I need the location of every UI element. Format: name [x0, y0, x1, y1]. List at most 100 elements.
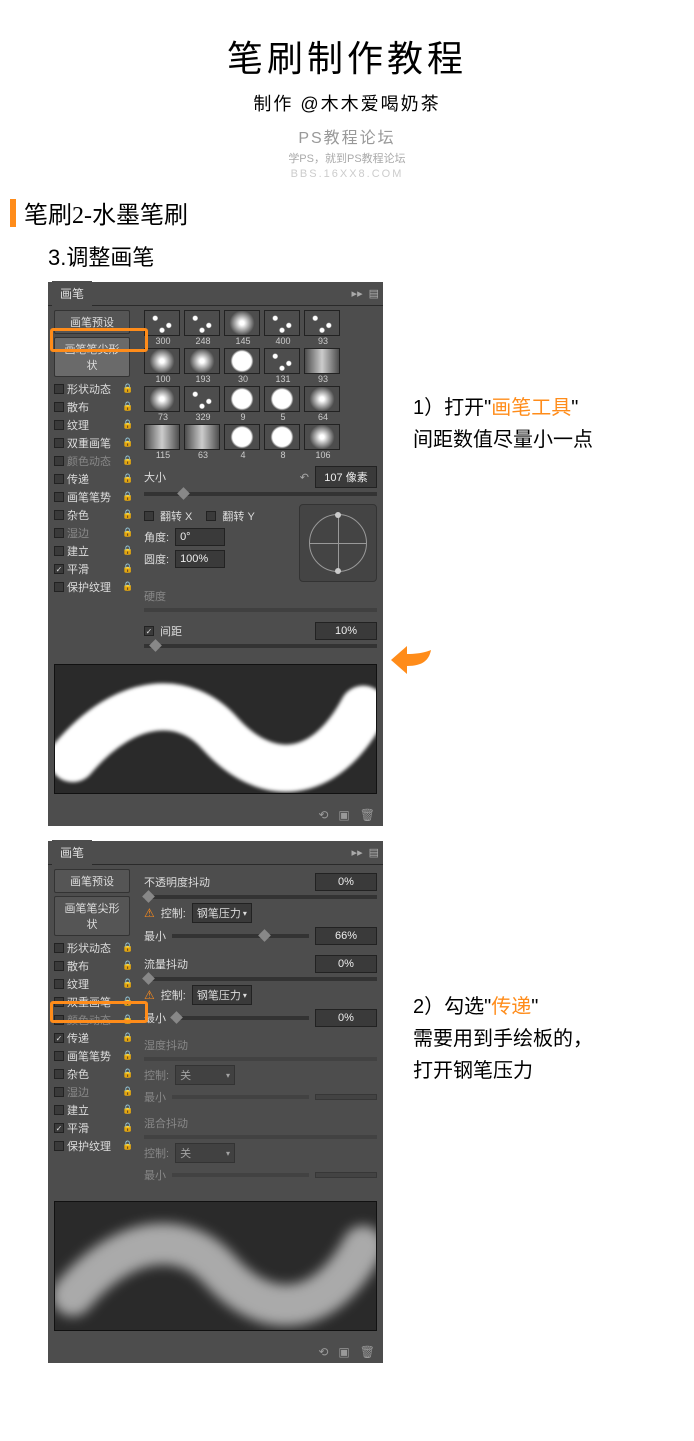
flow-jitter-slider[interactable] — [144, 977, 377, 981]
min-slider-2[interactable] — [172, 1016, 309, 1020]
sidebar-item-形状动态[interactable]: 形状动态🔒 — [54, 380, 134, 398]
new-icon[interactable]: ▣ — [338, 808, 349, 822]
reset-icon[interactable]: ↶ — [300, 471, 309, 484]
sidebar-item-颜色动态[interactable]: 颜色动态🔒 — [54, 1011, 134, 1029]
menu-icon-2[interactable]: ▤ — [369, 846, 379, 859]
brush-thumb[interactable]: 100 — [144, 348, 182, 384]
sidebar-item-颜色动态[interactable]: 颜色动态🔒 — [54, 452, 134, 470]
lock-icon[interactable]: 🔒 — [122, 1104, 134, 1116]
spacing-slider[interactable] — [144, 644, 377, 648]
sidebar-checkbox[interactable] — [54, 384, 64, 394]
opacity-jitter-value[interactable]: 0% — [315, 873, 377, 891]
flip-x-checkbox[interactable] — [144, 511, 154, 521]
spacing-checkbox[interactable] — [144, 626, 154, 636]
sidebar-item-杂色[interactable]: 杂色🔒 — [54, 1065, 134, 1083]
brush-thumb[interactable]: 73 — [144, 386, 182, 422]
sidebar-item-传递[interactable]: 传递🔒 — [54, 470, 134, 488]
sidebar-item-平滑[interactable]: 平滑🔒 — [54, 560, 134, 578]
collapse-icon-2[interactable]: ▸▸ — [352, 846, 363, 859]
brush-tip-shape-button[interactable]: 画笔笔尖形状 — [54, 337, 130, 377]
control-select-1[interactable]: 钢笔压力▾ — [192, 903, 252, 923]
sidebar-item-传递[interactable]: 传递🔒 — [54, 1029, 134, 1047]
sidebar-checkbox[interactable] — [54, 961, 64, 971]
brush-thumb[interactable]: 93 — [304, 348, 342, 384]
sidebar-item-湿边[interactable]: 湿边🔒 — [54, 1083, 134, 1101]
size-slider[interactable] — [144, 492, 377, 496]
flip-y-checkbox[interactable] — [206, 511, 216, 521]
flow-jitter-value[interactable]: 0% — [315, 955, 377, 973]
brush-thumb[interactable]: 193 — [184, 348, 222, 384]
brush-presets-button[interactable]: 画笔预设 — [54, 310, 130, 334]
sidebar-item-保护纹理[interactable]: 保护纹理🔒 — [54, 1137, 134, 1155]
sidebar-item-平滑[interactable]: 平滑🔒 — [54, 1119, 134, 1137]
panel-tab-brush-2[interactable]: 画笔 — [52, 840, 92, 865]
lock-icon[interactable]: 🔒 — [122, 996, 134, 1008]
brush-thumb[interactable]: 9 — [224, 386, 262, 422]
lock-icon[interactable]: 🔒 — [122, 455, 134, 467]
brush-thumb[interactable]: 329 — [184, 386, 222, 422]
sidebar-checkbox[interactable] — [54, 943, 64, 953]
brush-thumb[interactable]: 93 — [304, 310, 342, 346]
sidebar-item-建立[interactable]: 建立🔒 — [54, 542, 134, 560]
trash-icon[interactable]: 🗑 — [360, 808, 375, 822]
sidebar-checkbox[interactable] — [54, 1033, 64, 1043]
sidebar-checkbox[interactable] — [54, 546, 64, 556]
sidebar-checkbox[interactable] — [54, 1141, 64, 1151]
new-icon-2[interactable]: ▣ — [338, 1345, 349, 1359]
sidebar-checkbox[interactable] — [54, 402, 64, 412]
brush-thumb[interactable]: 400 — [264, 310, 302, 346]
sidebar-item-纹理[interactable]: 纹理🔒 — [54, 416, 134, 434]
sidebar-item-双重画笔[interactable]: 双重画笔🔒 — [54, 434, 134, 452]
brush-thumb[interactable]: 300 — [144, 310, 182, 346]
menu-icon[interactable]: ▤ — [369, 287, 379, 300]
sidebar-item-建立[interactable]: 建立🔒 — [54, 1101, 134, 1119]
brush-thumb[interactable]: 106 — [304, 424, 342, 460]
sidebar-item-湿边[interactable]: 湿边🔒 — [54, 524, 134, 542]
lock-icon[interactable]: 🔒 — [122, 942, 134, 954]
sidebar-item-保护纹理[interactable]: 保护纹理🔒 — [54, 578, 134, 596]
hardness-slider[interactable] — [144, 608, 377, 612]
roundness-value[interactable]: 100% — [175, 550, 225, 568]
lock-icon[interactable]: 🔒 — [122, 491, 134, 503]
lock-icon[interactable]: 🔒 — [122, 527, 134, 539]
brush-thumb[interactable]: 4 — [224, 424, 262, 460]
trash-icon-2[interactable]: 🗑 — [360, 1345, 375, 1359]
brush-tip-shape-button-2[interactable]: 画笔笔尖形状 — [54, 896, 130, 936]
control-select-2[interactable]: 钢笔压力▾ — [192, 985, 252, 1005]
panel-tab-brush[interactable]: 画笔 — [52, 281, 92, 306]
sidebar-item-双重画笔[interactable]: 双重画笔🔒 — [54, 993, 134, 1011]
sidebar-checkbox[interactable] — [54, 564, 64, 574]
sidebar-checkbox[interactable] — [54, 474, 64, 484]
sidebar-item-画笔笔势[interactable]: 画笔笔势🔒 — [54, 488, 134, 506]
lock-icon[interactable]: 🔒 — [122, 1068, 134, 1080]
sidebar-checkbox[interactable] — [54, 420, 64, 430]
lock-icon[interactable]: 🔒 — [122, 978, 134, 990]
angle-widget[interactable] — [299, 504, 377, 582]
lock-icon[interactable]: 🔒 — [122, 1122, 134, 1134]
lock-icon[interactable]: 🔒 — [122, 1086, 134, 1098]
lock-icon[interactable]: 🔒 — [122, 563, 134, 575]
size-value[interactable]: 107 像素 — [315, 466, 377, 488]
spacing-value[interactable]: 10% — [315, 622, 377, 640]
lock-icon[interactable]: 🔒 — [122, 1014, 134, 1026]
sidebar-checkbox[interactable] — [54, 1105, 64, 1115]
brush-thumb[interactable]: 8 — [264, 424, 302, 460]
lock-icon[interactable]: 🔒 — [122, 1050, 134, 1062]
sidebar-checkbox[interactable] — [54, 456, 64, 466]
brush-thumb[interactable]: 64 — [304, 386, 342, 422]
brush-thumb[interactable]: 63 — [184, 424, 222, 460]
sidebar-item-散布[interactable]: 散布🔒 — [54, 398, 134, 416]
lock-icon[interactable]: 🔒 — [122, 401, 134, 413]
sidebar-checkbox[interactable] — [54, 492, 64, 502]
min-slider-1[interactable] — [172, 934, 309, 938]
sidebar-checkbox[interactable] — [54, 438, 64, 448]
lock-icon[interactable]: 🔒 — [122, 545, 134, 557]
opacity-jitter-slider[interactable] — [144, 895, 377, 899]
sidebar-item-形状动态[interactable]: 形状动态🔒 — [54, 939, 134, 957]
brush-thumb[interactable]: 131 — [264, 348, 302, 384]
sidebar-item-散布[interactable]: 散布🔒 — [54, 957, 134, 975]
lock-icon[interactable]: 🔒 — [122, 581, 134, 593]
lock-icon[interactable]: 🔒 — [122, 473, 134, 485]
angle-value[interactable]: 0° — [175, 528, 225, 546]
sidebar-checkbox[interactable] — [54, 997, 64, 1007]
